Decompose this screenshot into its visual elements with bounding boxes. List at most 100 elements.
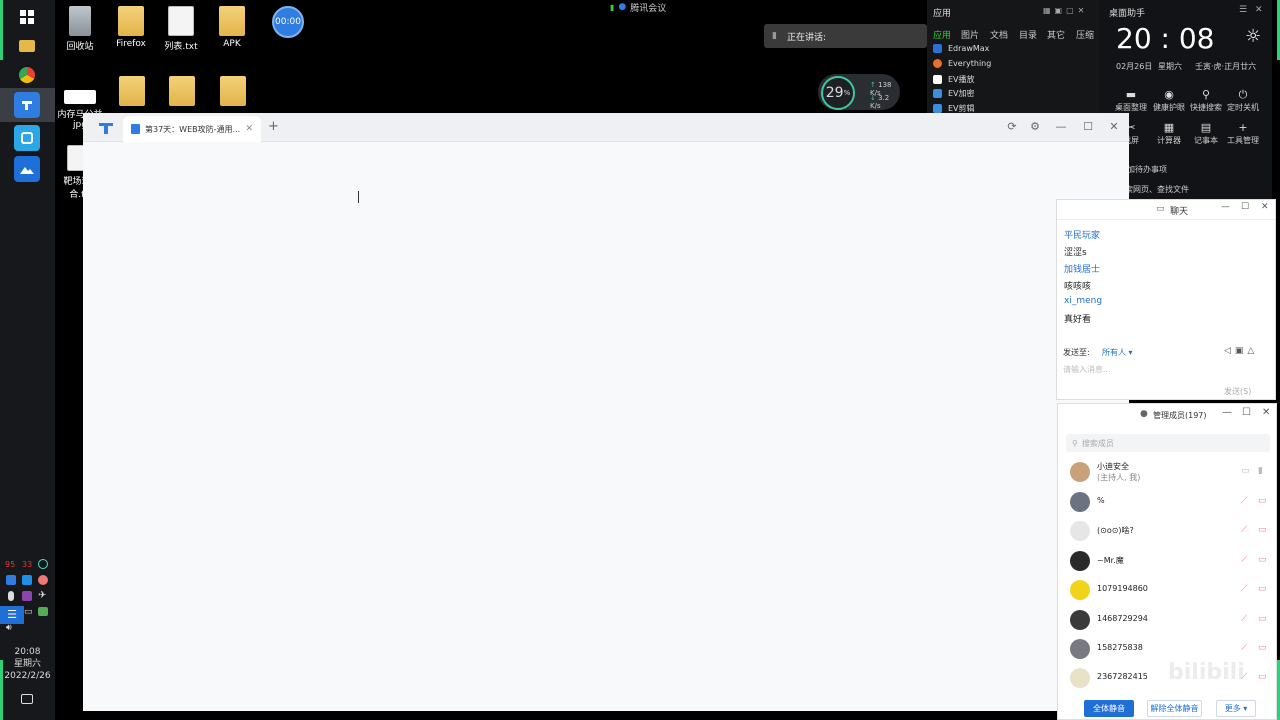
taskbar-time[interactable]: 20:08	[0, 646, 55, 658]
chrome-icon[interactable]	[14, 62, 40, 88]
camera-off-icon[interactable]: ▭	[1258, 614, 1267, 624]
member-search-input[interactable]: ⚲ 搜索成员	[1066, 434, 1270, 452]
camera-off-icon[interactable]: ▭	[1258, 643, 1267, 653]
mic-muted-icon[interactable]: ⟋	[1241, 525, 1247, 535]
new-tab-button[interactable]: +	[268, 119, 279, 134]
quick-search-button[interactable]: ⚲ 快捷搜索	[1186, 88, 1226, 113]
meeting-timer[interactable]: 00:00	[272, 6, 304, 38]
folder-icon[interactable]	[169, 76, 195, 106]
desktop-icon-list-txt[interactable]: 列表.txt	[154, 6, 208, 52]
members-close-icon[interactable]: ✕	[1262, 407, 1270, 418]
member-row[interactable]: % ⟋ ▭	[1058, 488, 1276, 517]
apps-item-everything[interactable]: Everything	[933, 59, 991, 68]
member-row[interactable]: 1468729294 ⟋ ▭	[1058, 606, 1276, 635]
desktop-organize-button[interactable]: ▬ 桌面整理	[1111, 88, 1151, 113]
chat-tools[interactable]: ◁▣△	[1224, 346, 1258, 356]
more-button[interactable]: 更多 ▾	[1216, 700, 1256, 717]
assistant-todo[interactable]: 加待办事项	[1127, 164, 1167, 175]
tray-wechat-icon[interactable]	[38, 607, 48, 616]
apps-tab-images[interactable]: 图片	[961, 28, 979, 41]
mute-all-button[interactable]: 全体静音	[1084, 700, 1134, 717]
close-tab-icon[interactable]: ✕	[245, 124, 253, 134]
member-row[interactable]: ~Mr.魔 ⟋ ▭	[1058, 547, 1276, 576]
meeting-status-bar[interactable]: ▮ ● 腾讯会议	[610, 0, 672, 14]
send-to-select[interactable]: 所有人 ▾	[1102, 347, 1133, 358]
file-explorer-icon[interactable]	[14, 33, 40, 59]
apps-item-ev-encrypt[interactable]: EV加密	[933, 88, 975, 99]
mic-muted-icon[interactable]: ⟋	[1241, 643, 1247, 653]
apps-tab-other[interactable]: 其它	[1047, 28, 1065, 41]
desktop-icon-firefox[interactable]: Firefox	[104, 6, 158, 49]
folder-icon[interactable]	[220, 76, 246, 106]
maximize-icon[interactable]: ☐	[1080, 119, 1096, 135]
performance-meter[interactable]: 29% ↑ 138 K/s ↓ 3.2 K/s	[818, 74, 900, 110]
member-row[interactable]: 1079194860 ⟋ ▭	[1058, 576, 1276, 605]
mic-muted-icon[interactable]: ⟋	[1241, 496, 1247, 506]
members-minimize-icon[interactable]: —	[1222, 407, 1232, 418]
tray-chat-icon[interactable]: ▭	[24, 607, 33, 617]
refresh-icon[interactable]: ⟳	[1004, 119, 1020, 135]
photo-app-icon[interactable]	[14, 156, 40, 182]
apps-tab-docs[interactable]: 文档	[990, 28, 1008, 41]
member-row[interactable]: 小迪安全 (主持人, 我) ▭ ▮	[1058, 458, 1276, 487]
chat-sender: xi_meng	[1064, 296, 1103, 306]
notification-icon[interactable]	[21, 694, 33, 704]
send-button[interactable]: 发送(S)	[1224, 386, 1251, 397]
unmute-all-button[interactable]: 解除全体静音	[1147, 700, 1202, 717]
tencent-meeting-icon[interactable]	[14, 125, 40, 151]
avatar	[1070, 462, 1090, 482]
windows-start-icon[interactable]	[14, 4, 40, 30]
tray-flower-icon[interactable]	[38, 575, 48, 585]
settings-icon[interactable]: ⚙	[1027, 119, 1043, 135]
chat-maximize-icon[interactable]: ☐	[1241, 202, 1249, 212]
desktop-icon-apk[interactable]: APK	[205, 6, 259, 49]
browser-app-icon[interactable]	[14, 92, 40, 118]
tray-shield-icon[interactable]	[38, 559, 48, 569]
member-row[interactable]: (⊙o⊙)啥? ⟋ ▭	[1058, 517, 1276, 546]
apps-tab-dirs[interactable]: 目录	[1019, 28, 1037, 41]
chat-minimize-icon[interactable]: —	[1221, 202, 1230, 212]
camera-off-icon[interactable]: ▭	[1258, 525, 1267, 535]
timed-shutdown-button[interactable]: ⏻ 定时关机	[1223, 88, 1263, 113]
folder-icon	[118, 6, 144, 36]
camera-off-icon[interactable]: ▭	[1258, 584, 1267, 594]
chat-sender: 加钱居士	[1064, 265, 1101, 275]
minimize-icon[interactable]: —	[1053, 119, 1069, 135]
folder-icon[interactable]	[119, 76, 145, 106]
assistant-close-icon[interactable]: ✕	[1255, 5, 1263, 15]
tray-mic-icon[interactable]	[8, 591, 14, 601]
camera-icon[interactable]: ▭	[1241, 466, 1250, 476]
brightness-icon[interactable]: ☼	[1245, 26, 1261, 47]
volume-icon[interactable]: 🔊︎	[6, 623, 12, 633]
apps-panel-controls[interactable]: ▦▣▢✕	[1043, 6, 1088, 15]
desktop-icon-recycle-bin[interactable]: 回收站	[53, 6, 107, 52]
apps-tab-apps[interactable]: 应用	[933, 28, 951, 41]
browser-logo-icon[interactable]	[98, 120, 114, 134]
camera-off-icon[interactable]: ▭	[1258, 496, 1267, 506]
tray-cloud-icon[interactable]	[22, 575, 32, 585]
chat-input[interactable]: 请输入消息...	[1063, 364, 1111, 375]
tray-list-icon[interactable]: ☰	[0, 606, 24, 624]
microphone-icon[interactable]: ▮	[1258, 466, 1263, 476]
mic-muted-icon[interactable]: ⟋	[1241, 555, 1247, 565]
tray-plane-icon[interactable]: ✈	[38, 590, 46, 601]
mic-muted-icon[interactable]: ⟋	[1241, 584, 1247, 594]
cpu-usage-circle: 29%	[821, 76, 855, 110]
tray-browser-icon[interactable]	[6, 575, 16, 585]
calculator-button[interactable]: ▦ 计算器	[1149, 121, 1189, 146]
eye-care-button[interactable]: ◉ 健康护眼	[1149, 88, 1189, 113]
apps-item-edrawmax[interactable]: EdrawMax	[933, 44, 989, 53]
close-window-icon[interactable]: ✕	[1106, 119, 1122, 135]
browser-tab[interactable]: 第37天：WEB攻防-通用... ✕	[123, 116, 261, 142]
apps-item-ev-player[interactable]: EV播放	[933, 74, 975, 85]
camera-off-icon[interactable]: ▭	[1258, 555, 1267, 565]
tray-twitch-icon[interactable]	[22, 591, 32, 601]
members-maximize-icon[interactable]: ☐	[1242, 407, 1251, 418]
apps-tab-archive[interactable]: 压缩	[1076, 28, 1094, 41]
camera-off-icon[interactable]: ▭	[1258, 672, 1267, 682]
chat-close-icon[interactable]: ✕	[1261, 202, 1269, 212]
assistant-menu-icon[interactable]: ☰	[1239, 5, 1247, 15]
tool-manage-button[interactable]: + 工具管理	[1223, 121, 1263, 146]
mic-muted-icon[interactable]: ⟋	[1241, 614, 1247, 624]
notepad-button[interactable]: ▤ 记事本	[1186, 121, 1226, 146]
